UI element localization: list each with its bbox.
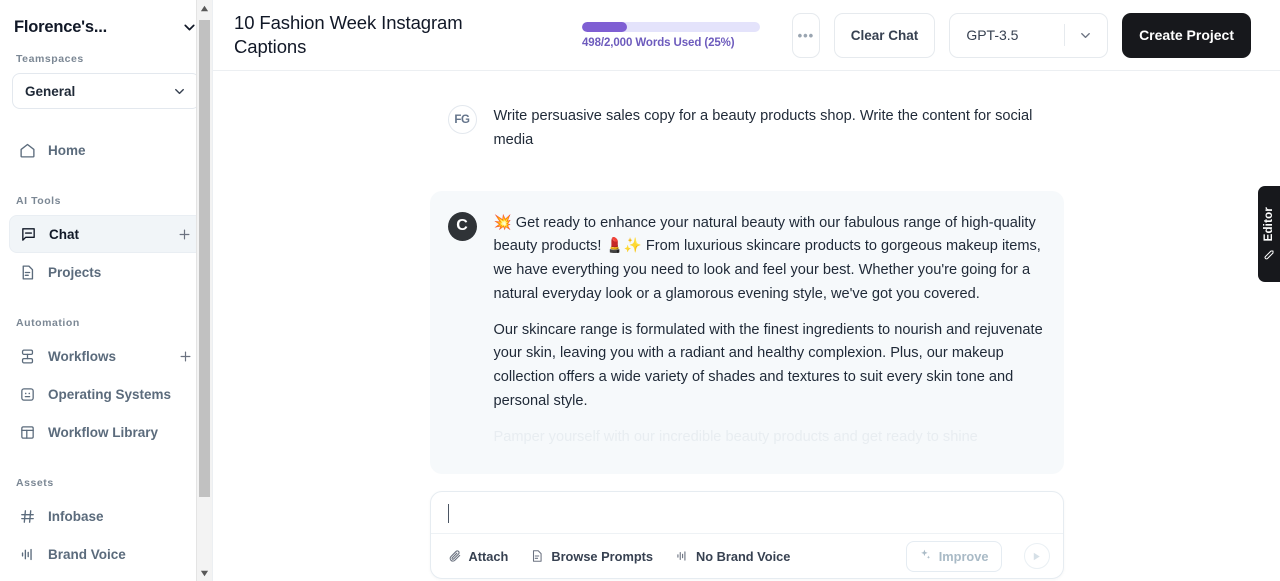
more-options-button[interactable]: ••• bbox=[792, 12, 820, 58]
automation-section-label: Automation bbox=[16, 317, 80, 329]
workflow-icon bbox=[19, 348, 36, 365]
chat-bubble-icon bbox=[20, 226, 37, 243]
text-caret bbox=[447, 504, 449, 523]
chat-input[interactable] bbox=[431, 492, 1063, 533]
assistant-avatar-letter: C bbox=[456, 217, 468, 235]
word-usage-progress-bar bbox=[582, 21, 760, 32]
sidebar: Florence's... Teamspaces General Home AI… bbox=[0, 0, 213, 581]
improve-label: Improve bbox=[938, 548, 989, 564]
sidebar-item-label: Infobase bbox=[48, 508, 104, 524]
word-usage-progress-fill bbox=[582, 21, 627, 32]
top-bar: 10 Fashion Week Instagram Captions 498/2… bbox=[213, 0, 1280, 71]
chevron-down-icon[interactable] bbox=[1078, 28, 1093, 43]
composer: Attach Browse Prompts No Brand Voice Imp… bbox=[429, 491, 1064, 579]
teamspaces-section-label: Teamspaces bbox=[16, 53, 84, 65]
sidebar-item-label: Workflows bbox=[48, 348, 117, 364]
scrollbar-thumb[interactable] bbox=[199, 20, 210, 497]
teamspace-select-value: General bbox=[25, 83, 76, 99]
browse-prompts-button[interactable]: Browse Prompts bbox=[530, 549, 653, 564]
assistant-paragraph: 💥 Get ready to enhance your natural beau… bbox=[493, 214, 1041, 302]
assistant-message-body: 💥 Get ready to enhance your natural beau… bbox=[494, 212, 1046, 450]
document-icon bbox=[530, 549, 544, 563]
user-message-body: Write persuasive sales copy for a beauty… bbox=[494, 105, 1046, 153]
teamspace-select[interactable]: General bbox=[12, 73, 200, 109]
sidebar-item-home[interactable]: Home bbox=[9, 131, 203, 169]
avatar: FG bbox=[447, 105, 477, 134]
word-usage: 498/2,000 Words Used (25%) bbox=[582, 21, 764, 49]
word-usage-label: 498/2,000 Words Used (25%) bbox=[582, 36, 735, 49]
clear-chat-button[interactable]: Clear Chat bbox=[833, 12, 936, 58]
browse-prompts-label: Browse Prompts bbox=[551, 548, 654, 564]
main-panel: 10 Fashion Week Instagram Captions 498/2… bbox=[213, 0, 1280, 581]
scroll-up-arrow-icon[interactable] bbox=[197, 0, 212, 16]
attach-label: Attach bbox=[468, 548, 509, 564]
editor-tab[interactable]: Editor bbox=[1258, 186, 1280, 282]
home-icon bbox=[19, 142, 36, 159]
hash-icon bbox=[19, 508, 36, 525]
user-message: FG Write persuasive sales copy for a bea… bbox=[430, 89, 1064, 167]
assistant-paragraph: Our skincare range is formulated with th… bbox=[493, 321, 1043, 410]
divider bbox=[1064, 24, 1066, 46]
sidebar-item-label: Chat bbox=[49, 226, 79, 242]
sidebar-item-label: Brand Voice bbox=[48, 546, 126, 562]
user-message-text: Write persuasive sales copy for a beauty… bbox=[493, 108, 1033, 148]
chat-area: FG Write persuasive sales copy for a bea… bbox=[213, 71, 1280, 581]
editor-tab-label: Editor bbox=[1263, 207, 1275, 242]
waveform-icon bbox=[675, 549, 689, 563]
sidebar-item-infobase[interactable]: Infobase bbox=[9, 497, 203, 535]
document-icon bbox=[19, 264, 36, 281]
sidebar-item-projects[interactable]: Projects bbox=[9, 253, 203, 291]
sparkle-icon bbox=[919, 548, 932, 564]
library-layout-icon bbox=[19, 424, 36, 441]
sidebar-item-chat[interactable]: Chat bbox=[9, 215, 203, 253]
page-title: 10 Fashion Week Instagram Captions bbox=[234, 11, 463, 57]
composer-toolbar: Attach Browse Prompts No Brand Voice Imp… bbox=[430, 533, 1063, 578]
sidebar-item-label: Workflow Library bbox=[48, 424, 159, 440]
sidebar-item-label: Projects bbox=[48, 264, 102, 280]
sidebar-item-label: Home bbox=[48, 142, 86, 158]
add-chat-icon[interactable] bbox=[177, 227, 192, 242]
assistant-message: C 💥 Get ready to enhance your natural be… bbox=[429, 190, 1064, 474]
sidebar-item-label: Operating Systems bbox=[48, 386, 172, 402]
ai-tools-section-label: AI Tools bbox=[16, 195, 62, 207]
avatar: C bbox=[447, 211, 477, 241]
scroll-down-arrow-icon[interactable] bbox=[197, 565, 212, 581]
sidebar-item-workflows[interactable]: Workflows bbox=[9, 337, 203, 375]
pencil-icon bbox=[1263, 249, 1275, 261]
sidebar-item-operating-systems[interactable]: Operating Systems bbox=[9, 375, 203, 413]
sidebar-item-brand-voice[interactable]: Brand Voice bbox=[9, 535, 203, 573]
nav-home-group: Home bbox=[0, 131, 212, 169]
workspace-switcher[interactable]: Florence's... bbox=[0, 0, 212, 51]
brand-voice-button[interactable]: No Brand Voice bbox=[675, 549, 790, 564]
create-project-button[interactable]: Create Project bbox=[1122, 12, 1251, 58]
attach-button[interactable]: Attach bbox=[448, 548, 509, 564]
waveform-icon bbox=[19, 546, 36, 563]
paperclip-icon bbox=[448, 549, 462, 563]
send-button[interactable] bbox=[1023, 543, 1050, 569]
sidebar-scrollbar[interactable] bbox=[196, 0, 212, 581]
improve-button[interactable]: Improve bbox=[905, 540, 1002, 572]
workspace-name: Florence's... bbox=[14, 18, 108, 36]
operating-system-icon bbox=[19, 386, 36, 403]
model-select[interactable]: GPT-3.5 bbox=[949, 12, 1109, 58]
app-root: Florence's... Teamspaces General Home AI… bbox=[0, 0, 1280, 581]
assistant-paragraph: Pamper yourself with our incredible beau… bbox=[493, 428, 978, 445]
brand-voice-label: No Brand Voice bbox=[696, 548, 791, 564]
send-arrow-icon bbox=[1030, 550, 1043, 563]
assets-section-label: Assets bbox=[16, 477, 54, 489]
model-select-value: GPT-3.5 bbox=[966, 27, 1019, 43]
add-workflow-icon[interactable] bbox=[178, 349, 193, 364]
sidebar-item-workflow-library[interactable]: Workflow Library bbox=[9, 413, 203, 451]
chevron-down-icon[interactable] bbox=[172, 84, 187, 99]
